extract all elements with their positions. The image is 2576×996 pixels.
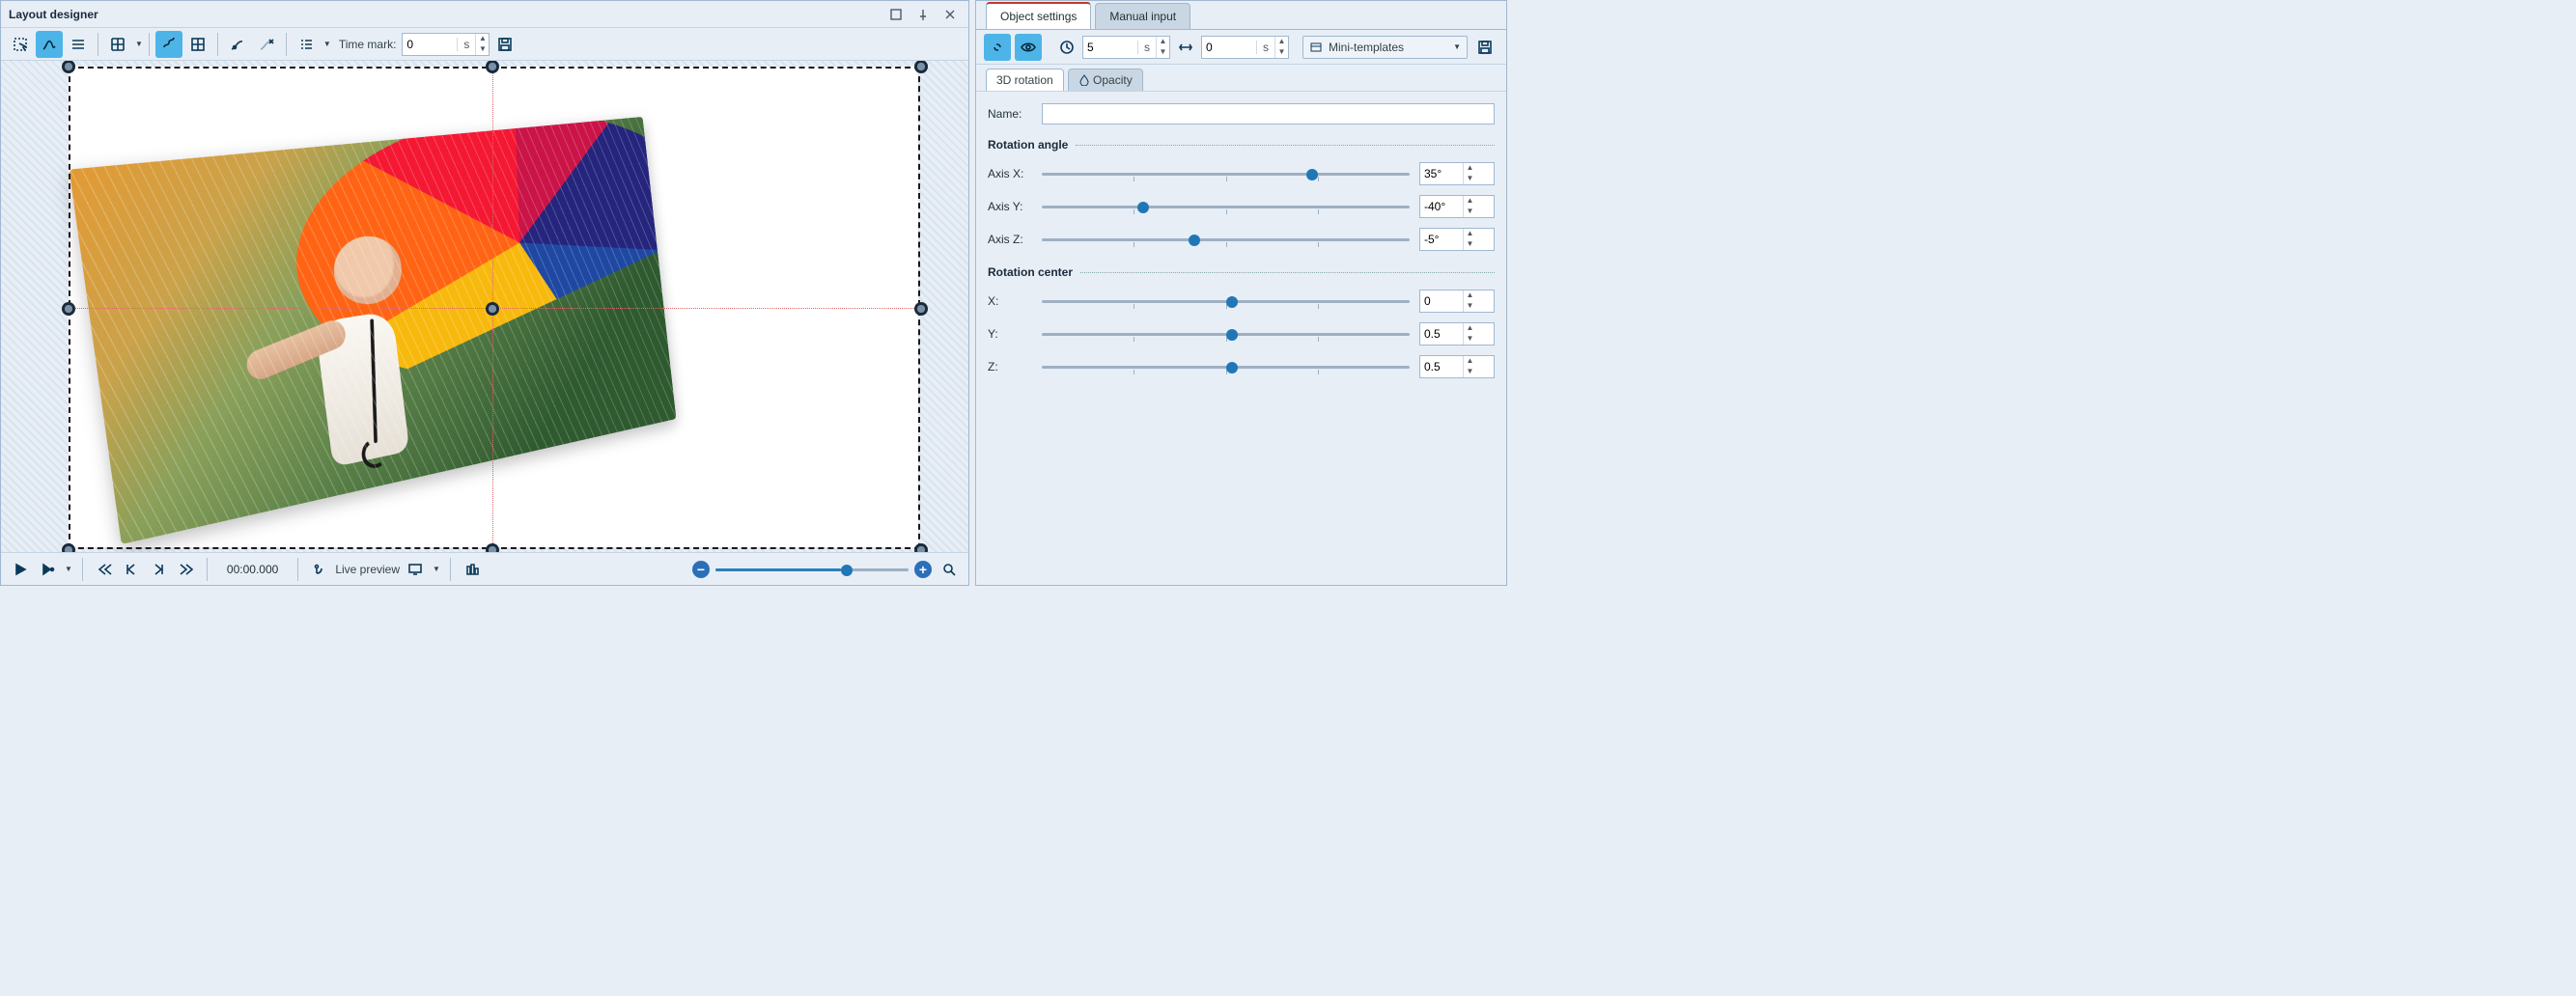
live-preview-label: Live preview	[335, 563, 400, 576]
settings-tabs: Object settings Manual input	[976, 1, 1506, 30]
play-button[interactable]	[9, 558, 32, 581]
lines-tool-button[interactable]	[65, 31, 92, 58]
clock-icon	[1055, 36, 1078, 59]
axis-y-slider[interactable]	[1042, 200, 1410, 213]
handle-center[interactable]	[486, 302, 499, 316]
pin-button[interactable]	[912, 4, 934, 25]
goto-end-button[interactable]	[174, 558, 197, 581]
layout-toolbar: ▼ ▼ Time mark: s▲▼	[1, 28, 968, 61]
axis-z-slider[interactable]	[1042, 233, 1410, 246]
next-frame-button[interactable]	[147, 558, 170, 581]
playback-bar: ▼ 00:00.000 Live preview ▼ − +	[1, 552, 968, 585]
list-dropdown-icon[interactable]: ▼	[323, 40, 331, 48]
handle-mid-right[interactable]	[914, 302, 928, 316]
bounds-tool-button[interactable]	[184, 31, 211, 58]
select-tool-button[interactable]	[7, 31, 34, 58]
tab-opacity[interactable]: Opacity	[1068, 69, 1143, 91]
save-preset-button[interactable]	[1471, 34, 1498, 61]
section-rotation-angle: Rotation angle	[988, 138, 1495, 152]
zoom-in-button[interactable]: +	[914, 561, 932, 578]
center-y-label: Y:	[988, 327, 1032, 341]
tab-object-settings[interactable]: Object settings	[986, 2, 1091, 29]
goto-start-button[interactable]	[93, 558, 116, 581]
width-icon	[1174, 36, 1197, 59]
keyframe-add-button[interactable]	[224, 31, 251, 58]
axis-y-input[interactable]: ▲▼	[1419, 195, 1495, 218]
keyframe-remove-button[interactable]	[253, 31, 280, 58]
layout-canvas[interactable]	[1, 61, 968, 552]
handle-bot-mid[interactable]	[486, 543, 499, 552]
handle-top-right[interactable]	[914, 61, 928, 73]
name-input[interactable]	[1042, 103, 1495, 124]
object-toolbar: s▲▼ s▲▼ Mini-templates▼	[976, 30, 1506, 65]
axis-x-input[interactable]: ▲▼	[1419, 162, 1495, 185]
center-y-slider[interactable]	[1042, 327, 1410, 341]
section-rotation-center: Rotation center	[988, 265, 1495, 279]
monitor-dropdown-icon[interactable]: ▼	[433, 565, 440, 573]
grid-tool-button[interactable]	[104, 31, 131, 58]
center-x-input[interactable]: ▲▼	[1419, 290, 1495, 313]
axis-x-slider[interactable]	[1042, 167, 1410, 180]
opacity-icon	[1078, 74, 1090, 86]
zoom-fit-button[interactable]	[938, 558, 961, 581]
settings-tool-button[interactable]	[461, 558, 484, 581]
layout-title-bar: Layout designer	[1, 1, 968, 28]
property-tabs: 3D rotation Opacity	[976, 65, 1506, 92]
duration-input[interactable]: s▲▼	[1201, 36, 1289, 59]
tab-manual-input[interactable]: Manual input	[1095, 3, 1190, 29]
list-tool-button[interactable]	[293, 31, 320, 58]
play-range-button[interactable]	[36, 558, 59, 581]
layout-title: Layout designer	[9, 8, 880, 21]
duration-start-input[interactable]: s▲▼	[1082, 36, 1170, 59]
save-layout-button[interactable]	[491, 31, 518, 58]
axis-x-label: Axis X:	[988, 167, 1032, 180]
center-x-slider[interactable]	[1042, 294, 1410, 308]
restore-window-button[interactable]	[885, 4, 907, 25]
axis-z-input[interactable]: ▲▼	[1419, 228, 1495, 251]
play-options-icon[interactable]: ▼	[65, 565, 72, 573]
name-label: Name:	[988, 107, 1032, 121]
center-z-label: Z:	[988, 360, 1032, 374]
live-preview-toggle[interactable]	[308, 558, 331, 581]
axis-z-label: Axis Z:	[988, 233, 1032, 246]
graph-tool-button[interactable]	[36, 31, 63, 58]
handle-bot-left[interactable]	[62, 543, 75, 552]
close-button[interactable]	[939, 4, 961, 25]
prev-frame-button[interactable]	[120, 558, 143, 581]
visibility-button[interactable]	[1015, 34, 1042, 61]
center-z-slider[interactable]	[1042, 360, 1410, 374]
path-toggle-button[interactable]	[155, 31, 182, 58]
handle-bot-right[interactable]	[914, 543, 928, 552]
tab-3d-rotation[interactable]: 3D rotation	[986, 69, 1064, 91]
time-mark-input[interactable]: s▲▼	[402, 33, 490, 56]
templates-icon	[1309, 41, 1323, 54]
center-y-input[interactable]: ▲▼	[1419, 322, 1495, 346]
link-button[interactable]	[984, 34, 1011, 61]
center-x-label: X:	[988, 294, 1032, 308]
grid-dropdown-icon[interactable]: ▼	[135, 40, 143, 48]
center-z-input[interactable]: ▲▼	[1419, 355, 1495, 378]
monitor-button[interactable]	[404, 558, 427, 581]
mini-templates-select[interactable]: Mini-templates▼	[1302, 36, 1468, 59]
timecode-label: 00:00.000	[227, 563, 278, 576]
handle-mid-left[interactable]	[62, 302, 75, 316]
time-mark-label: Time mark:	[339, 38, 397, 51]
zoom-slider[interactable]	[715, 563, 909, 576]
zoom-out-button[interactable]: −	[692, 561, 710, 578]
properties-body: Name: Rotation angle Axis X: ▲▼ Axis Y: ▲▼…	[976, 92, 1506, 585]
axis-y-label: Axis Y:	[988, 200, 1032, 213]
